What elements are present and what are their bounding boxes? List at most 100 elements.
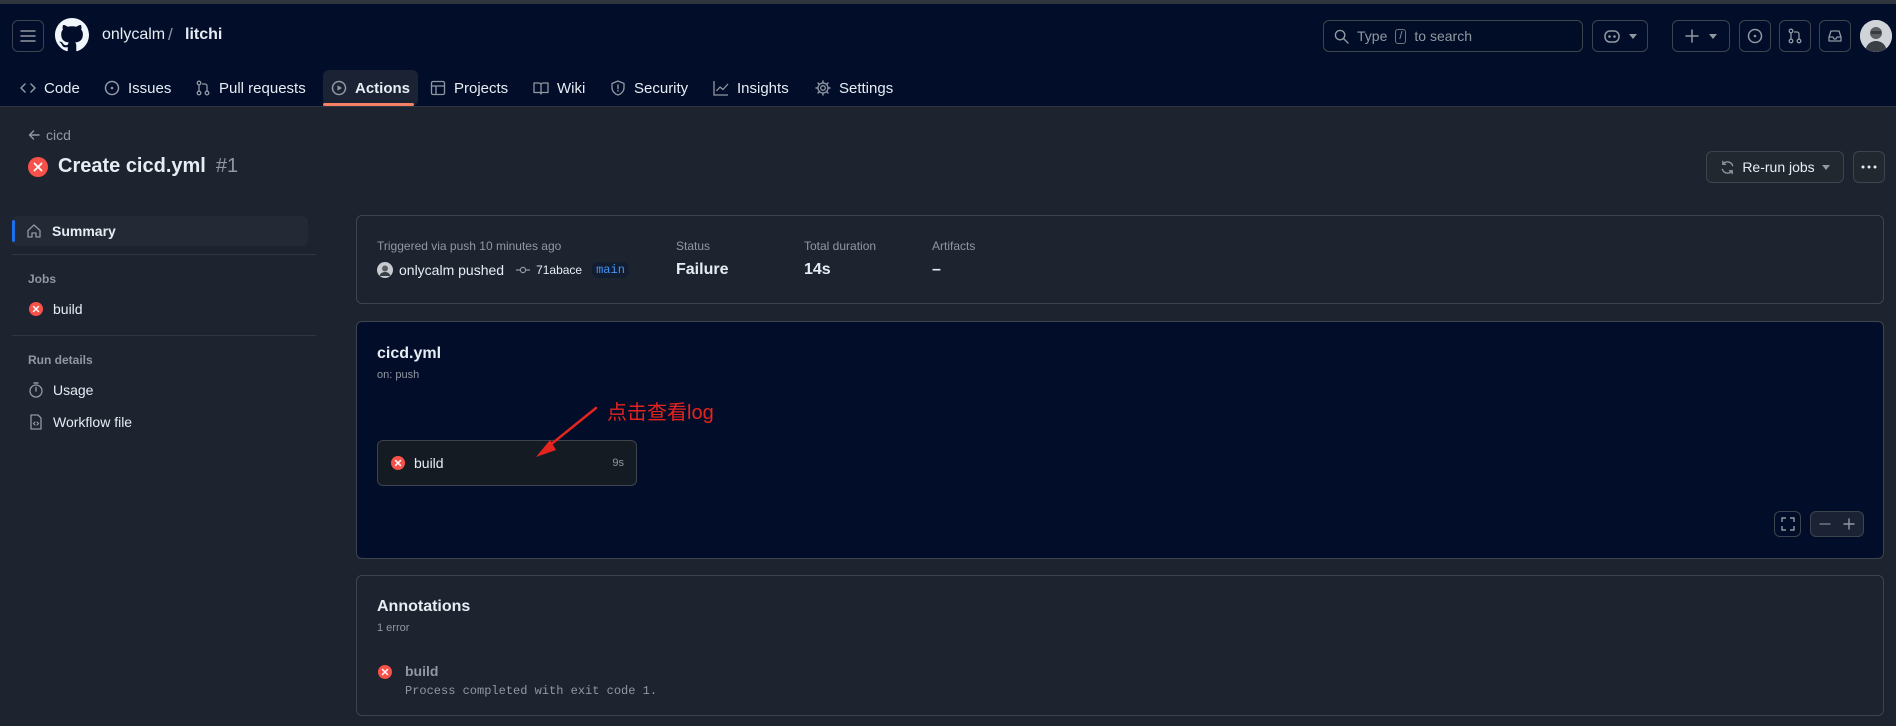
code-icon [20,80,36,96]
back-to-workflow-link[interactable]: cicd [28,127,71,143]
breadcrumb-separator: / [168,25,173,44]
sidebar-item-label: Summary [52,223,116,239]
tab-insights[interactable]: Insights [705,70,797,106]
chevron-down-icon [1629,33,1637,39]
rerun-label: Re-run jobs [1742,159,1815,175]
artifacts-value: – [932,261,941,278]
tab-actions[interactable]: Actions [323,70,419,106]
tab-label: Actions [355,79,411,97]
search-prefix: Type [1357,28,1388,44]
fullscreen-button[interactable] [1774,511,1801,537]
tab-issues[interactable]: Issues [96,70,179,106]
push-info: onlycalm pushed 71abace main [377,262,629,278]
pull-request-icon [1787,28,1803,44]
annotation-item-title[interactable]: build [405,663,438,679]
status-value: Failure [676,261,729,278]
sidebar-item-label: Usage [53,382,94,398]
sidebar-item-summary[interactable]: Summary [12,216,308,246]
fullscreen-icon [1780,517,1795,531]
copilot-icon [1603,28,1621,44]
status-label: Status [676,239,711,253]
zoom-in-icon[interactable] [1843,518,1855,530]
branch-label[interactable]: main [592,262,629,278]
tab-security[interactable]: Security [602,70,696,106]
annotation-item-message: Process completed with exit code 1. [405,684,658,698]
sidebar-item-label: Workflow file [53,414,133,430]
tab-label: Pull requests [219,79,306,97]
github-logo-icon[interactable] [55,18,89,52]
page-title: Create cicd.yml #1 [28,155,238,178]
duration-value: 14s [804,261,831,278]
run-summary-card [356,215,1884,304]
inbox-button[interactable] [1819,20,1851,52]
annotations-count: 1 error [377,622,410,634]
sidebar-item-build[interactable]: build [28,301,83,317]
zoom-controls [1810,511,1864,537]
tab-label: Issues [128,79,172,97]
issue-icon [1747,28,1763,44]
arrow-left-icon [28,129,40,141]
tab-label: Code [44,79,80,97]
tab-label: Wiki [557,79,586,97]
back-label: cicd [46,127,71,143]
tab-code[interactable]: Code [12,70,88,106]
failure-status-icon [28,156,48,177]
play-icon [331,80,347,96]
tab-wiki[interactable]: Wiki [525,70,593,106]
tab-label: Projects [454,79,509,97]
user-avatar[interactable] [1860,20,1892,52]
x-circle-fill-icon [377,664,393,680]
x-circle-fill-icon [390,455,406,471]
search-input[interactable]: Type / to search [1323,20,1583,52]
sync-icon [1720,160,1735,175]
stopwatch-icon [28,382,44,398]
sidebar-heading-jobs: Jobs [28,272,57,286]
more-options-button[interactable] [1853,151,1885,183]
run-number: #1 [215,155,239,177]
inbox-icon [1827,28,1843,44]
sidebar-divider [12,335,316,336]
annotation-arrow-icon [536,406,598,457]
sidebar-item-usage[interactable]: Usage [28,382,93,398]
issues-button[interactable] [1739,20,1771,52]
menu-button[interactable] [12,20,44,52]
kebab-horizontal-icon [1861,165,1877,169]
home-icon [26,223,42,239]
x-circle-fill-icon [28,301,44,317]
workflow-trigger: on: push [377,369,420,381]
annotations-title: Annotations [377,598,471,615]
repo-owner-link[interactable]: onlycalm [102,26,165,44]
tab-label: Insights [737,79,789,97]
commit-sha-link[interactable]: 71abace [536,263,582,277]
run-title: Create cicd.yml [58,155,206,177]
copilot-button[interactable] [1592,20,1648,52]
pull-requests-button[interactable] [1779,20,1811,52]
pull-request-icon [195,80,211,96]
workflow-name: cicd.yml [377,345,442,362]
duration-label: Total duration [804,239,877,253]
tab-pull-requests[interactable]: Pull requests [187,70,314,106]
shield-icon [610,80,626,96]
issue-icon [104,80,120,96]
job-duration: 9s [612,457,624,469]
sidebar-item-label: build [53,301,83,317]
actor-link[interactable]: onlycalm pushed [399,262,504,278]
graph-icon [713,80,729,96]
tab-label: Security [634,79,689,97]
tab-label: Settings [839,79,894,97]
active-tab-indicator [323,103,414,106]
sidebar-item-workflow-file[interactable]: Workflow file [28,414,132,430]
book-icon [533,80,549,96]
search-suffix: to search [1414,28,1473,44]
tab-projects[interactable]: Projects [422,70,516,106]
sidebar-divider [12,254,316,255]
gear-icon [815,80,831,96]
rerun-jobs-button[interactable]: Re-run jobs [1706,151,1844,183]
sidebar-heading-run-details: Run details [28,353,93,367]
tab-settings[interactable]: Settings [807,70,901,106]
create-new-button[interactable] [1672,20,1730,52]
repo-name-link[interactable]: litchi [185,26,222,44]
table-icon [430,80,446,96]
chevron-down-icon [1821,164,1830,170]
zoom-out-icon[interactable] [1819,518,1831,530]
